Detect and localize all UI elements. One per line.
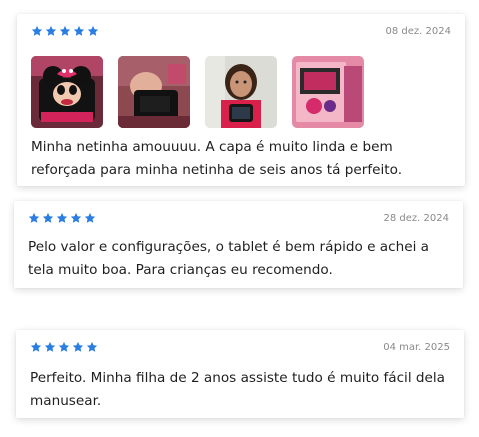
review-date: 04 mar. 2025: [383, 342, 450, 353]
review-photos: [31, 56, 364, 128]
review-text: Perfeito. Minha filha de 2 anos assiste …: [30, 370, 446, 409]
review-photo-child-with-tablet[interactable]: [205, 56, 277, 128]
star-rating: [31, 25, 99, 37]
review-date: 28 dez. 2024: [383, 213, 449, 224]
star-icon: [44, 341, 56, 353]
review-photo-case-back[interactable]: [118, 56, 190, 128]
review-card: 08 dez. 2024 Minha netinha amouuuu. A ca…: [17, 14, 465, 186]
star-icon: [87, 25, 99, 37]
review-text: Minha netinha amouuuu. A capa é muito li…: [31, 139, 403, 178]
review-photo-packaging[interactable]: [292, 56, 364, 128]
star-icon: [42, 212, 54, 224]
star-icon: [45, 25, 57, 37]
review-photo-mickey-case[interactable]: [31, 56, 103, 128]
star-icon: [72, 341, 84, 353]
star-icon: [58, 341, 70, 353]
review-text: Pelo valor e configurações, o tablet é b…: [28, 239, 430, 278]
star-icon: [70, 212, 82, 224]
review-card: 04 mar. 2025 Perfeito. Minha filha de 2 …: [16, 330, 464, 418]
star-icon: [84, 212, 96, 224]
star-icon: [30, 341, 42, 353]
star-icon: [56, 212, 68, 224]
star-rating: [30, 341, 98, 353]
star-icon: [28, 212, 40, 224]
star-icon: [59, 25, 71, 37]
star-icon: [86, 341, 98, 353]
review-date: 08 dez. 2024: [385, 26, 451, 37]
star-icon: [73, 25, 85, 37]
star-rating: [28, 212, 96, 224]
review-card: 28 dez. 2024 Pelo valor e configurações,…: [14, 201, 463, 288]
star-icon: [31, 25, 43, 37]
